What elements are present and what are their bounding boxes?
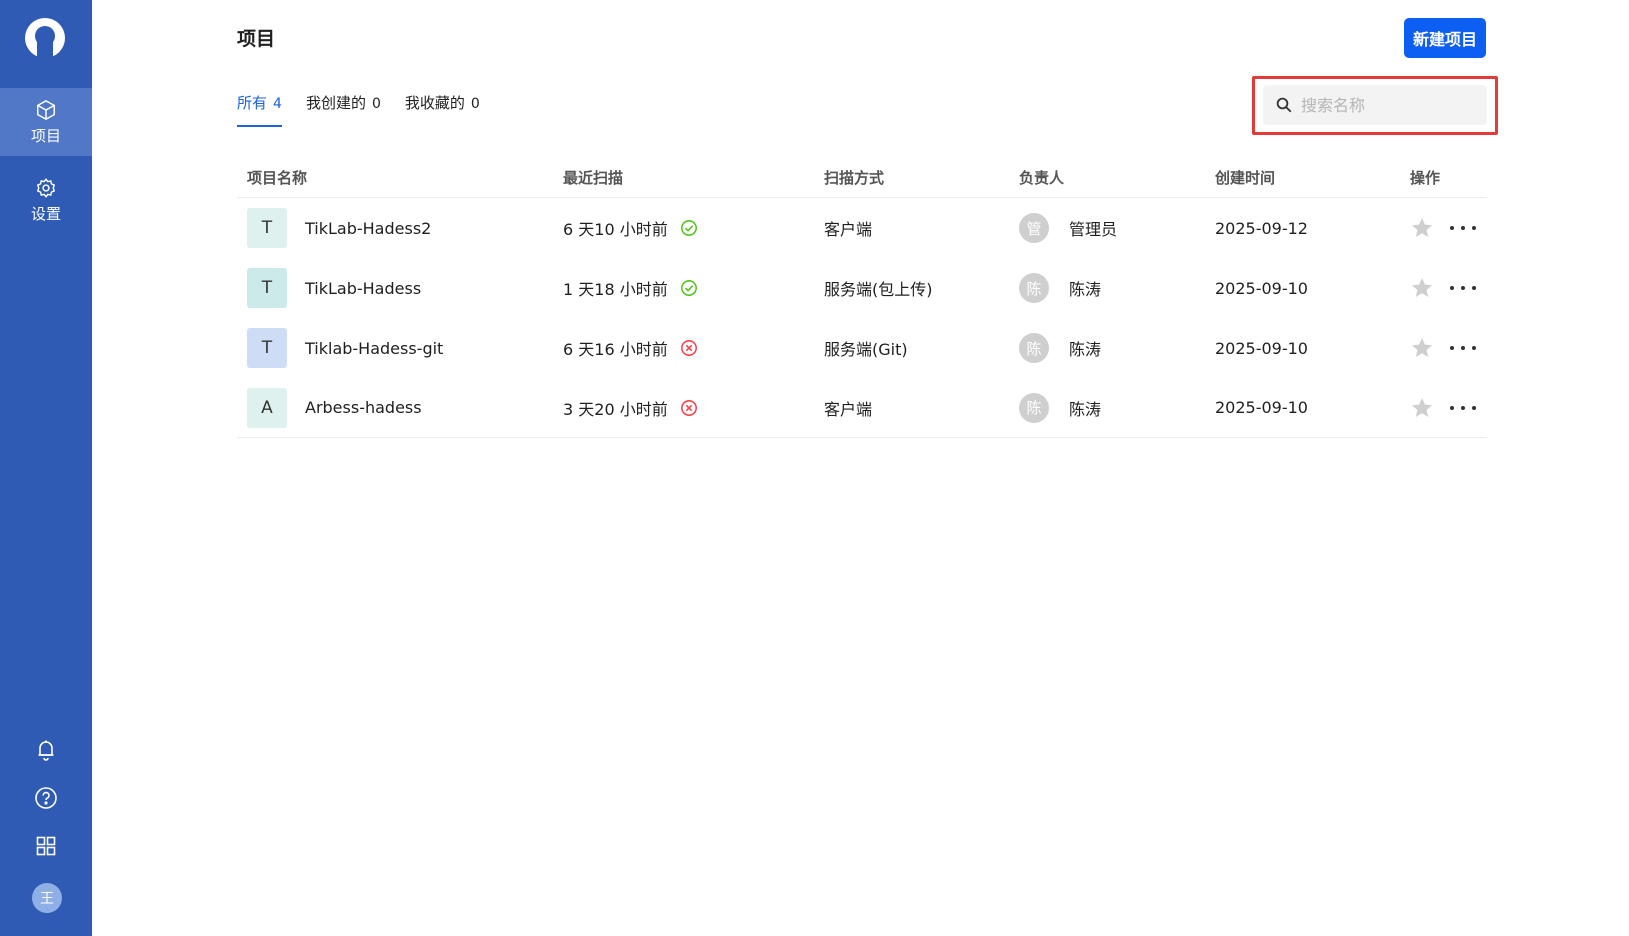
table-row[interactable]: A Arbess-hadess 3 天20 小时前 客户端 陈 陈涛 2025-…	[237, 378, 1487, 438]
scan-method: 服务端(Git)	[824, 340, 908, 359]
more-options-icon[interactable]	[1450, 396, 1476, 420]
help-icon[interactable]	[34, 786, 58, 810]
scan-method: 服务端(包上传)	[824, 280, 933, 299]
tab-created-by-me[interactable]: 我创建的 0	[306, 92, 381, 128]
projects-table: 项目名称 最近扫描 扫描方式 负责人 创建时间 操作 T TikLab-Hade…	[237, 158, 1487, 438]
created-date: 2025-09-12	[1215, 218, 1308, 238]
gear-icon	[36, 177, 56, 198]
tab-count: 4	[273, 96, 282, 112]
column-header-owner: 负责人	[1019, 169, 1065, 187]
new-project-button[interactable]: 新建项目	[1404, 18, 1486, 58]
project-name-link[interactable]: TikLab-Hadess	[305, 279, 421, 298]
search-box[interactable]	[1263, 85, 1487, 125]
last-scan-time: 6 天16 小时前	[563, 340, 668, 359]
created-date: 2025-09-10	[1215, 278, 1308, 298]
owner-avatar: 陈	[1019, 392, 1049, 423]
project-initial-icon: T	[247, 328, 287, 368]
search-icon	[1276, 97, 1292, 113]
failed-x-icon	[680, 340, 697, 356]
tab-count: 0	[371, 96, 381, 112]
tab-count: 0	[470, 96, 480, 112]
owner-name: 管理员	[1069, 220, 1118, 239]
sidebar-item-settings[interactable]: 设置	[0, 166, 92, 234]
project-name-link[interactable]: Arbess-hadess	[305, 398, 422, 417]
more-options-icon[interactable]	[1450, 336, 1476, 360]
tab-label: 我收藏的	[404, 94, 465, 112]
tab-label: 所有	[237, 94, 268, 112]
project-initial-icon: T	[247, 208, 287, 248]
table-row[interactable]: T TikLab-Hadess 1 天18 小时前 服务端(包上传) 陈 陈涛 …	[237, 258, 1487, 318]
logo-icon[interactable]	[23, 16, 67, 60]
sidebar-item-label: 项目	[30, 126, 61, 145]
scan-method: 客户端	[824, 220, 873, 239]
column-header-scan-method: 扫描方式	[824, 169, 885, 187]
column-header-actions: 操作	[1410, 169, 1441, 187]
last-scan-time: 1 天18 小时前	[563, 280, 668, 299]
search-highlight-box	[1252, 76, 1498, 135]
project-initial-icon: T	[247, 268, 287, 308]
user-avatar[interactable]: 王	[32, 883, 62, 913]
created-date: 2025-09-10	[1215, 398, 1308, 417]
created-date: 2025-09-10	[1215, 338, 1308, 358]
last-scan-time: 6 天10 小时前	[563, 220, 668, 239]
failed-x-icon	[680, 399, 697, 416]
search-input[interactable]	[1301, 95, 1471, 115]
table-header: 项目名称 最近扫描 扫描方式 负责人 创建时间 操作	[237, 158, 1487, 198]
last-scan-time: 3 天20 小时前	[563, 399, 668, 419]
sidebar: 项目 设置 王	[0, 0, 92, 936]
owner-name: 陈涛	[1069, 399, 1102, 419]
owner-avatar: 陈	[1019, 273, 1049, 303]
more-options-icon[interactable]	[1450, 216, 1476, 240]
tab-label: 我创建的	[305, 94, 366, 112]
page-title: 项目	[237, 28, 276, 50]
table-row[interactable]: T Tiklab-Hadess-git 6 天16 小时前 服务端(Git) 陈…	[237, 318, 1487, 378]
owner-avatar: 管	[1019, 213, 1049, 243]
tab-favorites[interactable]: 我收藏的 0	[405, 92, 480, 128]
tab-bar: 所有 4 我创建的 0 我收藏的 0	[237, 92, 504, 128]
scan-method: 客户端	[824, 399, 873, 419]
table-row[interactable]: T TikLab-Hadess2 6 天10 小时前 客户端 管 管理员 202…	[237, 198, 1487, 258]
star-icon[interactable]	[1410, 216, 1434, 240]
star-icon[interactable]	[1410, 336, 1434, 360]
owner-name: 陈涛	[1069, 340, 1102, 359]
star-icon[interactable]	[1410, 396, 1434, 420]
cube-icon	[37, 99, 55, 120]
success-check-icon	[680, 280, 697, 296]
project-name-link[interactable]: Tiklab-Hadess-git	[305, 339, 443, 358]
bell-icon[interactable]	[34, 738, 58, 762]
project-initial-icon: A	[247, 387, 287, 428]
owner-avatar: 陈	[1019, 333, 1049, 363]
star-icon[interactable]	[1410, 276, 1434, 300]
main-content: 项目 新建项目 所有 4 我创建的 0 我收藏的 0 项目名称 最近扫描 扫描方式 负…	[92, 0, 1629, 936]
column-header-name: 项目名称	[247, 169, 308, 187]
owner-name: 陈涛	[1069, 280, 1102, 299]
column-header-last-scan: 最近扫描	[563, 169, 624, 187]
success-check-icon	[680, 220, 697, 236]
sidebar-item-projects[interactable]: 项目	[0, 88, 92, 156]
apps-grid-icon[interactable]	[34, 834, 58, 858]
sidebar-item-label: 设置	[30, 204, 61, 223]
project-name-link[interactable]: TikLab-Hadess2	[305, 219, 431, 238]
column-header-created: 创建时间	[1215, 169, 1276, 187]
user-avatar-text: 王	[40, 891, 54, 907]
tab-all[interactable]: 所有 4	[237, 92, 282, 128]
more-options-icon[interactable]	[1450, 276, 1476, 300]
